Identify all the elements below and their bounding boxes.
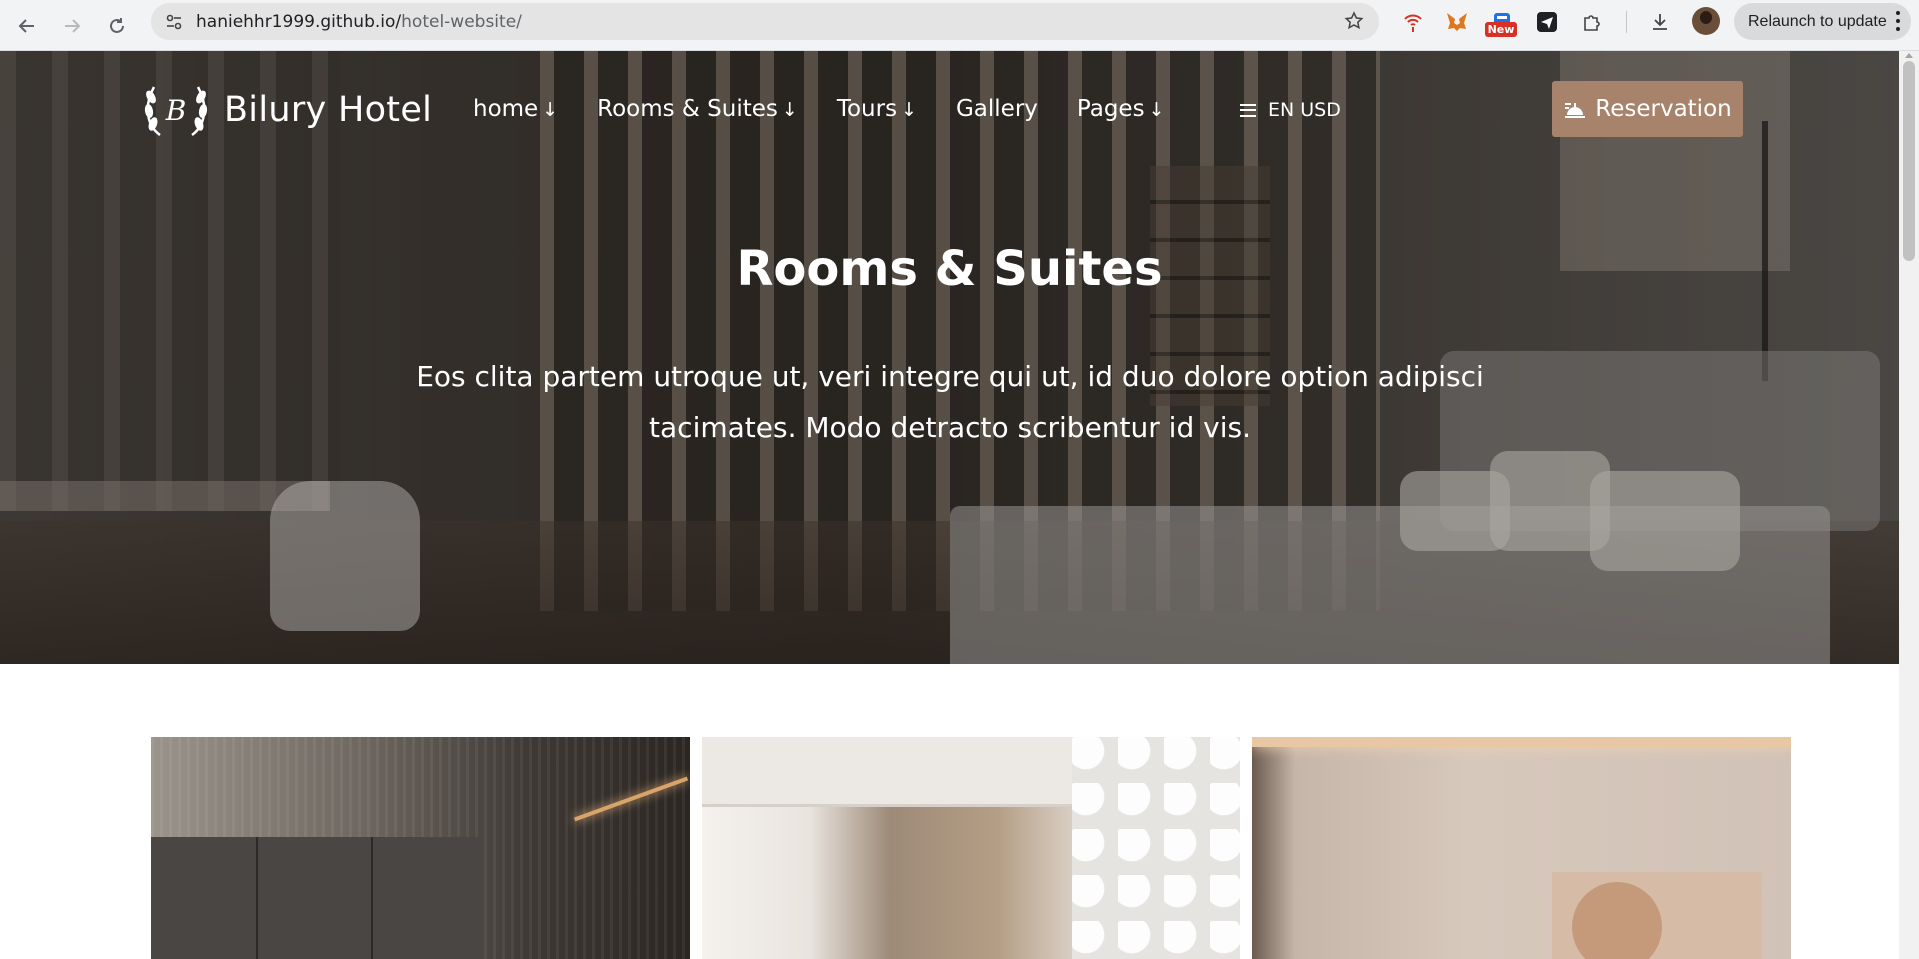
relaunch-button[interactable]: Relaunch to update (1734, 3, 1911, 40)
room-image-decor (1552, 872, 1763, 959)
page-title: Rooms & Suites (736, 241, 1163, 297)
url-path: hotel-website/ (401, 12, 522, 32)
laurel-emblem-icon: B (144, 86, 208, 137)
hero-section: B Bilury Hotel home ↓ Rooms & Suites ↓ Tou… (0, 51, 1899, 664)
hero-chair-decor (270, 481, 420, 631)
dropdown-arrow-icon: ↓ (542, 99, 559, 121)
url-host: haniehhr1999.github.io/ (196, 12, 402, 32)
extensions-puzzle-icon[interactable] (1578, 8, 1606, 36)
nav-item-label: Pages (1076, 96, 1145, 122)
dropdown-arrow-icon: ↓ (901, 99, 917, 121)
bookmark-star-icon[interactable] (1343, 10, 1365, 32)
nav-item-gallery[interactable]: Gallery (956, 96, 1038, 122)
main-nav: home ↓ Rooms & Suites ↓ Tours ↓ Gallery Pag… (473, 91, 1204, 127)
forward-arrow-icon (65, 19, 81, 33)
room-card-image[interactable] (1252, 737, 1792, 959)
send-extension-icon[interactable] (1533, 8, 1561, 36)
nav-item-label: Gallery (955, 96, 1038, 122)
scroll-up-arrow-icon[interactable] (1905, 53, 1913, 58)
profile-avatar[interactable] (1692, 7, 1720, 35)
back-arrow-icon (18, 19, 34, 33)
room-service-bell-icon (1565, 103, 1586, 118)
forward-button[interactable] (54, 8, 90, 44)
room-card-image[interactable] (701, 737, 1241, 959)
page-scrollbar[interactable] (1899, 51, 1919, 959)
reservation-label: Reservation (1595, 96, 1732, 122)
room-cards (151, 737, 1792, 959)
room-image-decor (151, 837, 481, 959)
room-card-image[interactable] (151, 737, 690, 959)
language-currency-label: EN USD (1268, 99, 1341, 121)
toolbar-separator (1626, 11, 1627, 33)
reservation-button[interactable]: Reservation (1552, 81, 1743, 137)
nav-item-label: home (473, 96, 539, 122)
downloads-icon[interactable] (1646, 8, 1674, 36)
hero-description-line: Eos clita partem utroque ut, veri integr… (416, 360, 1484, 393)
hero-description: Eos clita partem utroque ut, veri integr… (400, 351, 1500, 453)
relaunch-label: Relaunch to update (1748, 13, 1887, 30)
browser-toolbar: haniehhr1999.github.io/hotel-website/ Ne… (0, 0, 1919, 51)
new-badge: New (1485, 22, 1517, 37)
room-image-decor (573, 776, 689, 822)
dropdown-arrow-icon: ↓ (781, 99, 798, 121)
site-settings-icon[interactable] (163, 11, 185, 33)
hamburger-menu-icon (1240, 103, 1256, 117)
nav-item-label: Rooms & Suites (597, 96, 778, 122)
wifi-extension-icon[interactable] (1399, 8, 1427, 36)
hero-pillow-decor (1590, 471, 1740, 571)
room-image-decor (1071, 737, 1241, 959)
logo-letter: B (165, 94, 187, 127)
nav-item-tours[interactable]: Tours ↓ (837, 96, 917, 122)
dropdown-arrow-icon: ↓ (1148, 99, 1165, 121)
back-button[interactable] (9, 8, 45, 44)
hero-description-line: tacimates. Modo detracto scribentur id v… (649, 411, 1251, 444)
nav-item-label: Tours (836, 96, 898, 122)
more-menu-icon[interactable] (1895, 11, 1901, 31)
nav-item-home[interactable]: home ↓ (473, 96, 558, 122)
nav-item-rooms-suites[interactable]: Rooms & Suites ↓ (597, 96, 798, 122)
scrollbar-thumb[interactable] (1903, 61, 1915, 261)
room-image-decor (1252, 737, 1792, 747)
reload-icon (110, 18, 124, 33)
page-viewport: B Bilury Hotel home ↓ Rooms & Suites ↓ Tou… (0, 51, 1899, 959)
site-logo[interactable]: B Bilury Hotel (140, 75, 432, 145)
url-text: haniehhr1999.github.io/hotel-website/ (196, 12, 522, 32)
nav-item-pages[interactable]: Pages ↓ (1077, 96, 1165, 122)
brand-name: Bilury Hotel (224, 90, 433, 130)
metamask-fox-icon[interactable] (1443, 8, 1471, 36)
address-bar[interactable]: haniehhr1999.github.io/hotel-website/ (151, 3, 1379, 40)
reload-button[interactable] (99, 8, 135, 44)
language-currency-selector[interactable]: EN USD (1240, 97, 1341, 123)
